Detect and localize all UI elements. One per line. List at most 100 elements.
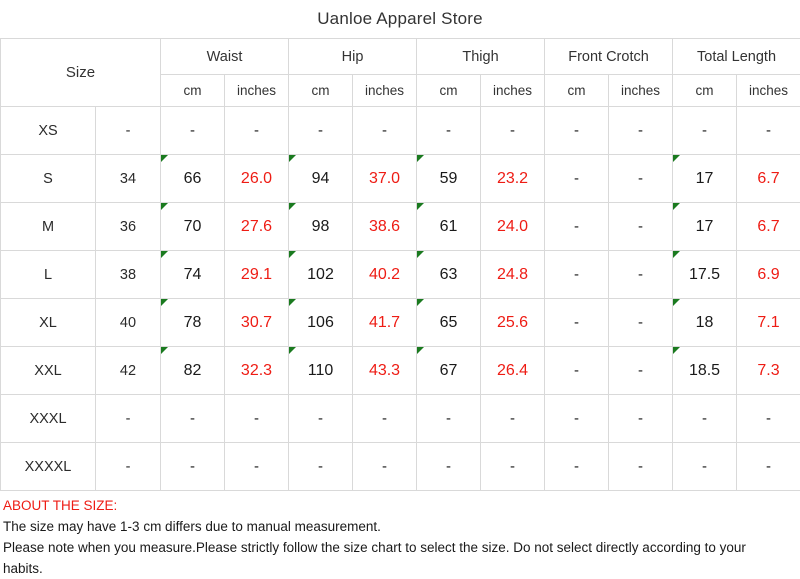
cell-waist-inches: 29.1 xyxy=(225,251,289,299)
cell-front-crotch-inches: - xyxy=(609,443,673,491)
cell-thigh-cm: 67 xyxy=(417,347,481,395)
cell-waist-cm: - xyxy=(161,107,225,155)
cell-size-label: XXL xyxy=(1,347,96,395)
cell-hip-inches: - xyxy=(353,395,417,443)
cell-waist-inches: - xyxy=(225,443,289,491)
cell-size-number: - xyxy=(96,395,161,443)
table-row: XXXL----------- xyxy=(1,395,800,443)
cell-waist-inches: 26.0 xyxy=(225,155,289,203)
cell-total-length-cm: 18.5 xyxy=(673,347,737,395)
cell-thigh-inches: 26.4 xyxy=(481,347,545,395)
table-header: Size Waist Hip Thigh Front Crotch Total … xyxy=(1,39,800,107)
cell-waist-cm: 78 xyxy=(161,299,225,347)
cell-waist-cm: - xyxy=(161,395,225,443)
cell-waist-inches: - xyxy=(225,107,289,155)
cell-thigh-inches: - xyxy=(481,443,545,491)
cell-size-label: XXXL xyxy=(1,395,96,443)
cell-size-label: XL xyxy=(1,299,96,347)
cell-front-crotch-inches: - xyxy=(609,155,673,203)
table-row: L387429.110240.26324.8--17.56.9 xyxy=(1,251,800,299)
header-unit-hip-inches: inches xyxy=(353,75,417,107)
header-unit-total-length-inches: inches xyxy=(737,75,800,107)
cell-waist-cm: 82 xyxy=(161,347,225,395)
cell-hip-inches: - xyxy=(353,107,417,155)
cell-size-number: - xyxy=(96,443,161,491)
header-group-waist: Waist xyxy=(161,39,289,75)
cell-hip-cm: 94 xyxy=(289,155,353,203)
cell-thigh-cm: 61 xyxy=(417,203,481,251)
cell-thigh-inches: - xyxy=(481,395,545,443)
cell-total-length-cm: 17 xyxy=(673,155,737,203)
cell-hip-cm: - xyxy=(289,395,353,443)
cell-front-crotch-inches: - xyxy=(609,251,673,299)
cell-hip-inches: 41.7 xyxy=(353,299,417,347)
title-band: Uanloe Apparel Store xyxy=(0,0,800,38)
note-heading: ABOUT THE SIZE: xyxy=(3,495,797,516)
header-row-groups: Size Waist Hip Thigh Front Crotch Total … xyxy=(1,39,800,75)
header-unit-total-length-cm: cm xyxy=(673,75,737,107)
cell-total-length-inches: 6.7 xyxy=(737,203,800,251)
header-unit-hip-cm: cm xyxy=(289,75,353,107)
cell-thigh-inches: - xyxy=(481,107,545,155)
cell-total-length-inches: - xyxy=(737,107,800,155)
cell-front-crotch-inches: - xyxy=(609,107,673,155)
cell-total-length-cm: - xyxy=(673,395,737,443)
header-group-front-crotch: Front Crotch xyxy=(545,39,673,75)
cell-size-number: 40 xyxy=(96,299,161,347)
cell-front-crotch-cm: - xyxy=(545,107,609,155)
cell-total-length-inches: 6.9 xyxy=(737,251,800,299)
cell-total-length-cm: 18 xyxy=(673,299,737,347)
cell-total-length-cm: 17 xyxy=(673,203,737,251)
header-unit-thigh-inches: inches xyxy=(481,75,545,107)
cell-front-crotch-cm: - xyxy=(545,443,609,491)
cell-thigh-inches: 24.8 xyxy=(481,251,545,299)
header-group-thigh: Thigh xyxy=(417,39,545,75)
cell-hip-inches: 43.3 xyxy=(353,347,417,395)
cell-thigh-cm: 63 xyxy=(417,251,481,299)
cell-front-crotch-inches: - xyxy=(609,203,673,251)
cell-total-length-cm: 17.5 xyxy=(673,251,737,299)
cell-hip-cm: 102 xyxy=(289,251,353,299)
cell-front-crotch-inches: - xyxy=(609,395,673,443)
cell-size-label: M xyxy=(1,203,96,251)
header-unit-waist-cm: cm xyxy=(161,75,225,107)
cell-front-crotch-cm: - xyxy=(545,155,609,203)
table-row: XXL428232.311043.36726.4--18.57.3 xyxy=(1,347,800,395)
cell-thigh-inches: 25.6 xyxy=(481,299,545,347)
cell-size-label: S xyxy=(1,155,96,203)
cell-thigh-cm: 65 xyxy=(417,299,481,347)
cell-size-number: 42 xyxy=(96,347,161,395)
cell-thigh-cm: - xyxy=(417,395,481,443)
cell-thigh-cm: - xyxy=(417,443,481,491)
cell-hip-inches: 37.0 xyxy=(353,155,417,203)
header-unit-thigh-cm: cm xyxy=(417,75,481,107)
cell-size-number: - xyxy=(96,107,161,155)
cell-hip-cm: 110 xyxy=(289,347,353,395)
cell-front-crotch-cm: - xyxy=(545,251,609,299)
header-unit-waist-inches: inches xyxy=(225,75,289,107)
page-title: Uanloe Apparel Store xyxy=(317,9,483,29)
cell-front-crotch-cm: - xyxy=(545,347,609,395)
header-size: Size xyxy=(1,39,161,107)
cell-front-crotch-cm: - xyxy=(545,203,609,251)
header-unit-front-crotch-inches: inches xyxy=(609,75,673,107)
header-unit-front-crotch-cm: cm xyxy=(545,75,609,107)
cell-front-crotch-inches: - xyxy=(609,299,673,347)
cell-front-crotch-inches: - xyxy=(609,347,673,395)
cell-waist-cm: 66 xyxy=(161,155,225,203)
table-row: M367027.69838.66124.0--176.7 xyxy=(1,203,800,251)
note-line-2: Please note when you measure.Please stri… xyxy=(3,537,797,558)
cell-front-crotch-cm: - xyxy=(545,395,609,443)
cell-hip-inches: 40.2 xyxy=(353,251,417,299)
cell-size-number: 38 xyxy=(96,251,161,299)
table-row: XL407830.710641.76525.6--187.1 xyxy=(1,299,800,347)
cell-size-label: XXXXL xyxy=(1,443,96,491)
cell-total-length-inches: - xyxy=(737,443,800,491)
cell-waist-inches: 27.6 xyxy=(225,203,289,251)
cell-thigh-cm: 59 xyxy=(417,155,481,203)
note-line-3: habits. xyxy=(3,558,797,579)
cell-total-length-inches: 6.7 xyxy=(737,155,800,203)
cell-waist-cm: 74 xyxy=(161,251,225,299)
cell-size-number: 36 xyxy=(96,203,161,251)
cell-thigh-inches: 23.2 xyxy=(481,155,545,203)
